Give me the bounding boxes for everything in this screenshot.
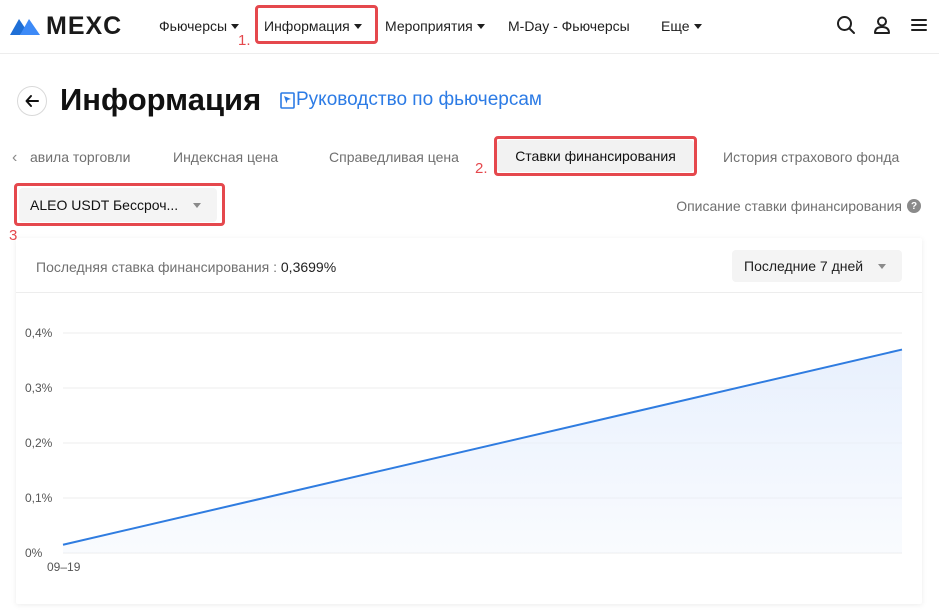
user-icon[interactable] xyxy=(872,15,892,35)
tab-insurance-fund-history[interactable]: История страхового фонда xyxy=(723,149,899,165)
logo-text: MEXC xyxy=(46,11,123,40)
funding-rate-chart: 0% 0,1% 0,2% 0,3% 0,4% 09–19 xyxy=(25,326,903,574)
step-1-label: 1. xyxy=(238,32,251,49)
chevron-left-icon[interactable]: ‹ xyxy=(12,149,17,167)
y-tick-label: 0,4% xyxy=(25,326,53,340)
caret-down-icon xyxy=(693,23,702,29)
nav-futures[interactable]: Фьючерсы xyxy=(159,18,240,34)
funding-rate-description-link[interactable]: Описание ставки финансирования ? xyxy=(676,198,921,214)
highlight-box-funding-tab xyxy=(494,136,697,176)
funding-rate-card: Последняя ставка финансирования : 0,3699… xyxy=(16,238,922,604)
back-button[interactable] xyxy=(17,86,47,116)
nav-more[interactable]: Еще xyxy=(661,18,702,34)
highlight-box-symbol xyxy=(14,183,225,226)
caret-down-icon xyxy=(476,23,485,29)
nav-mday-futures[interactable]: M-Day - Фьючерсы xyxy=(508,18,630,34)
arrow-left-icon xyxy=(25,95,39,107)
futures-guide-link[interactable]: Руководство по фьючерсам xyxy=(280,89,542,111)
y-tick-label: 0,3% xyxy=(25,381,53,395)
nav-mday-label: M-Day - Фьючерсы xyxy=(508,18,630,34)
y-tick-label: 0% xyxy=(25,546,43,560)
page-title: Информация xyxy=(60,82,262,117)
tab-fair-price[interactable]: Справедливая цена xyxy=(329,149,459,165)
nav-futures-label: Фьючерсы xyxy=(159,18,228,34)
caret-down-icon xyxy=(231,23,240,29)
top-nav: MEXC Фьючерсы Информация Мероприятия M-D… xyxy=(0,0,939,54)
search-icon[interactable] xyxy=(836,15,856,35)
mexc-logo-icon xyxy=(10,19,40,35)
futures-guide-label: Руководство по фьючерсам xyxy=(296,89,542,110)
tab-index-price[interactable]: Индексная цена xyxy=(173,149,278,165)
guide-book-icon xyxy=(280,91,295,109)
y-tick-label: 0,2% xyxy=(25,436,53,450)
nav-more-label: Еще xyxy=(661,18,690,34)
highlight-box-information xyxy=(255,5,378,44)
nav-events-label: Мероприятия xyxy=(385,18,473,34)
menu-icon[interactable] xyxy=(909,15,929,35)
y-tick-label: 0,1% xyxy=(25,491,53,505)
nav-events[interactable]: Мероприятия xyxy=(385,18,485,34)
funding-rate-description-label: Описание ставки финансирования xyxy=(676,198,902,214)
x-tick-label: 09–19 xyxy=(47,560,81,574)
tab-trading-rules[interactable]: авила торговли xyxy=(30,149,130,165)
mexc-logo[interactable]: MEXC xyxy=(8,11,123,40)
step-2-label: 2. xyxy=(475,160,488,177)
series-area xyxy=(63,349,902,553)
question-icon: ? xyxy=(907,199,921,213)
